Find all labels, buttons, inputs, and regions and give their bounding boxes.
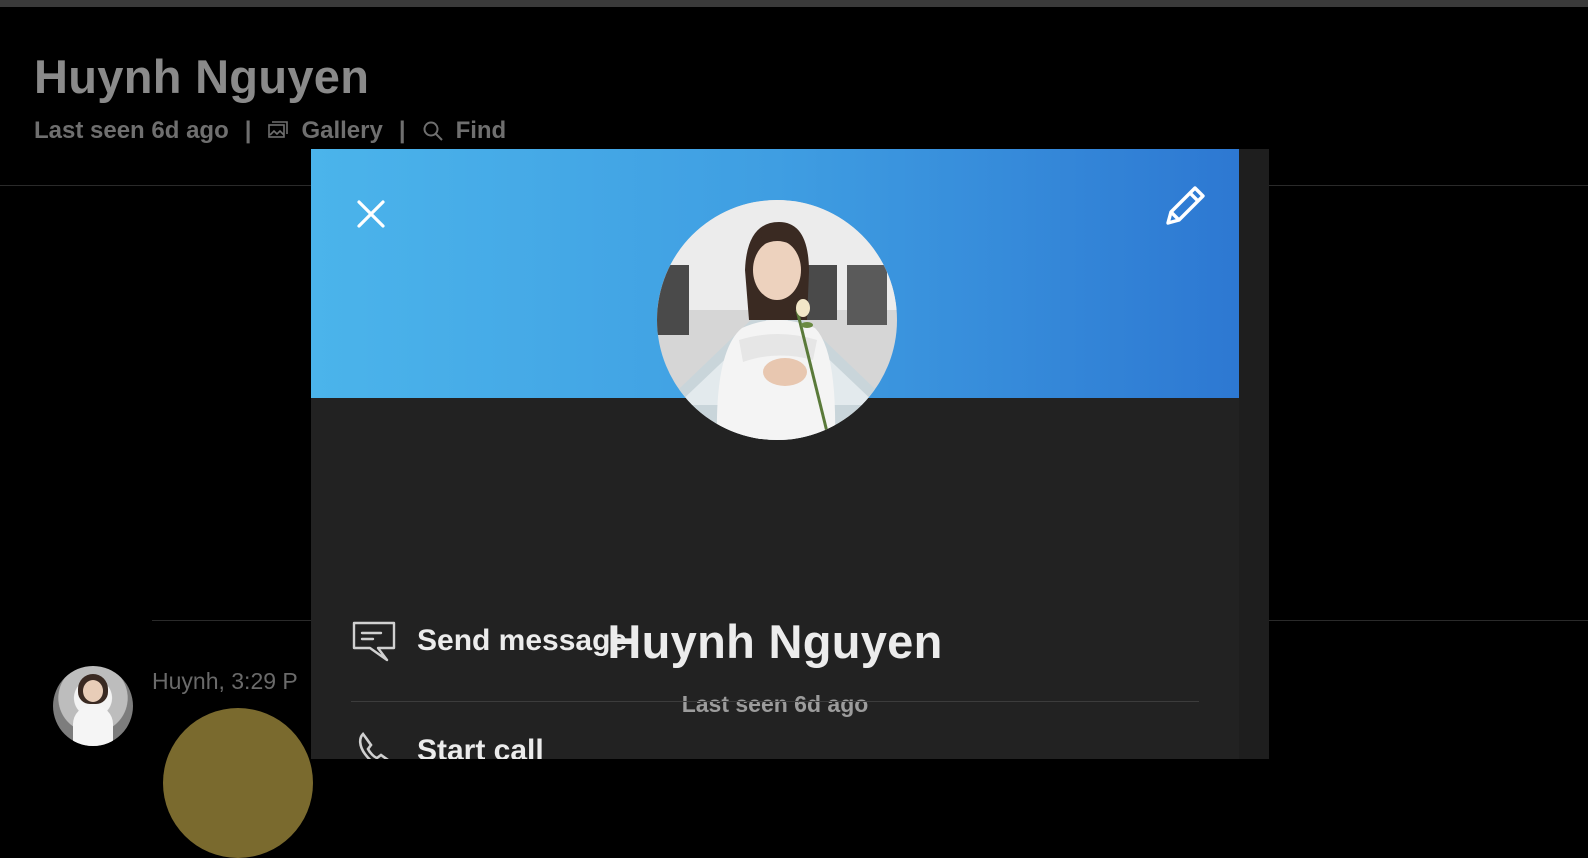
gallery-icon <box>267 120 289 142</box>
separator: | <box>244 117 252 144</box>
find-label: Find <box>455 117 507 144</box>
find-link[interactable]: Find <box>422 117 507 145</box>
message-sticker <box>163 708 313 858</box>
pencil-icon <box>1166 186 1205 225</box>
chat-title[interactable]: Huynh Nguyen <box>34 49 369 104</box>
send-message-button[interactable]: Send message <box>351 601 1199 681</box>
close-icon <box>357 200 385 228</box>
edit-profile-button[interactable] <box>1160 179 1212 231</box>
start-call-label: Start call <box>417 734 544 759</box>
separator: | <box>398 117 406 144</box>
profile-avatar[interactable] <box>657 200 897 440</box>
modal-scroll-area[interactable] <box>1239 149 1269 759</box>
chat-subheader: Last seen 6d ago | Gallery | Find <box>34 117 506 145</box>
phone-icon <box>351 728 397 759</box>
window-top-strip <box>0 0 1588 7</box>
action-divider <box>351 701 1199 702</box>
message-sender-time: Huynh, 3:29 P <box>152 668 298 694</box>
message-avatar[interactable] <box>53 666 133 746</box>
send-message-label: Send message <box>417 624 628 657</box>
close-button[interactable] <box>351 194 391 234</box>
search-icon <box>422 120 444 142</box>
profile-modal: Huynh Nguyen Last seen 6d ago Send messa… <box>311 149 1269 759</box>
chat-bubble-icon <box>351 618 397 664</box>
gallery-link[interactable]: Gallery <box>267 117 383 145</box>
gallery-label: Gallery <box>301 117 383 144</box>
chat-status: Last seen 6d ago <box>34 117 229 144</box>
start-call-button[interactable]: Start call <box>351 711 1199 759</box>
